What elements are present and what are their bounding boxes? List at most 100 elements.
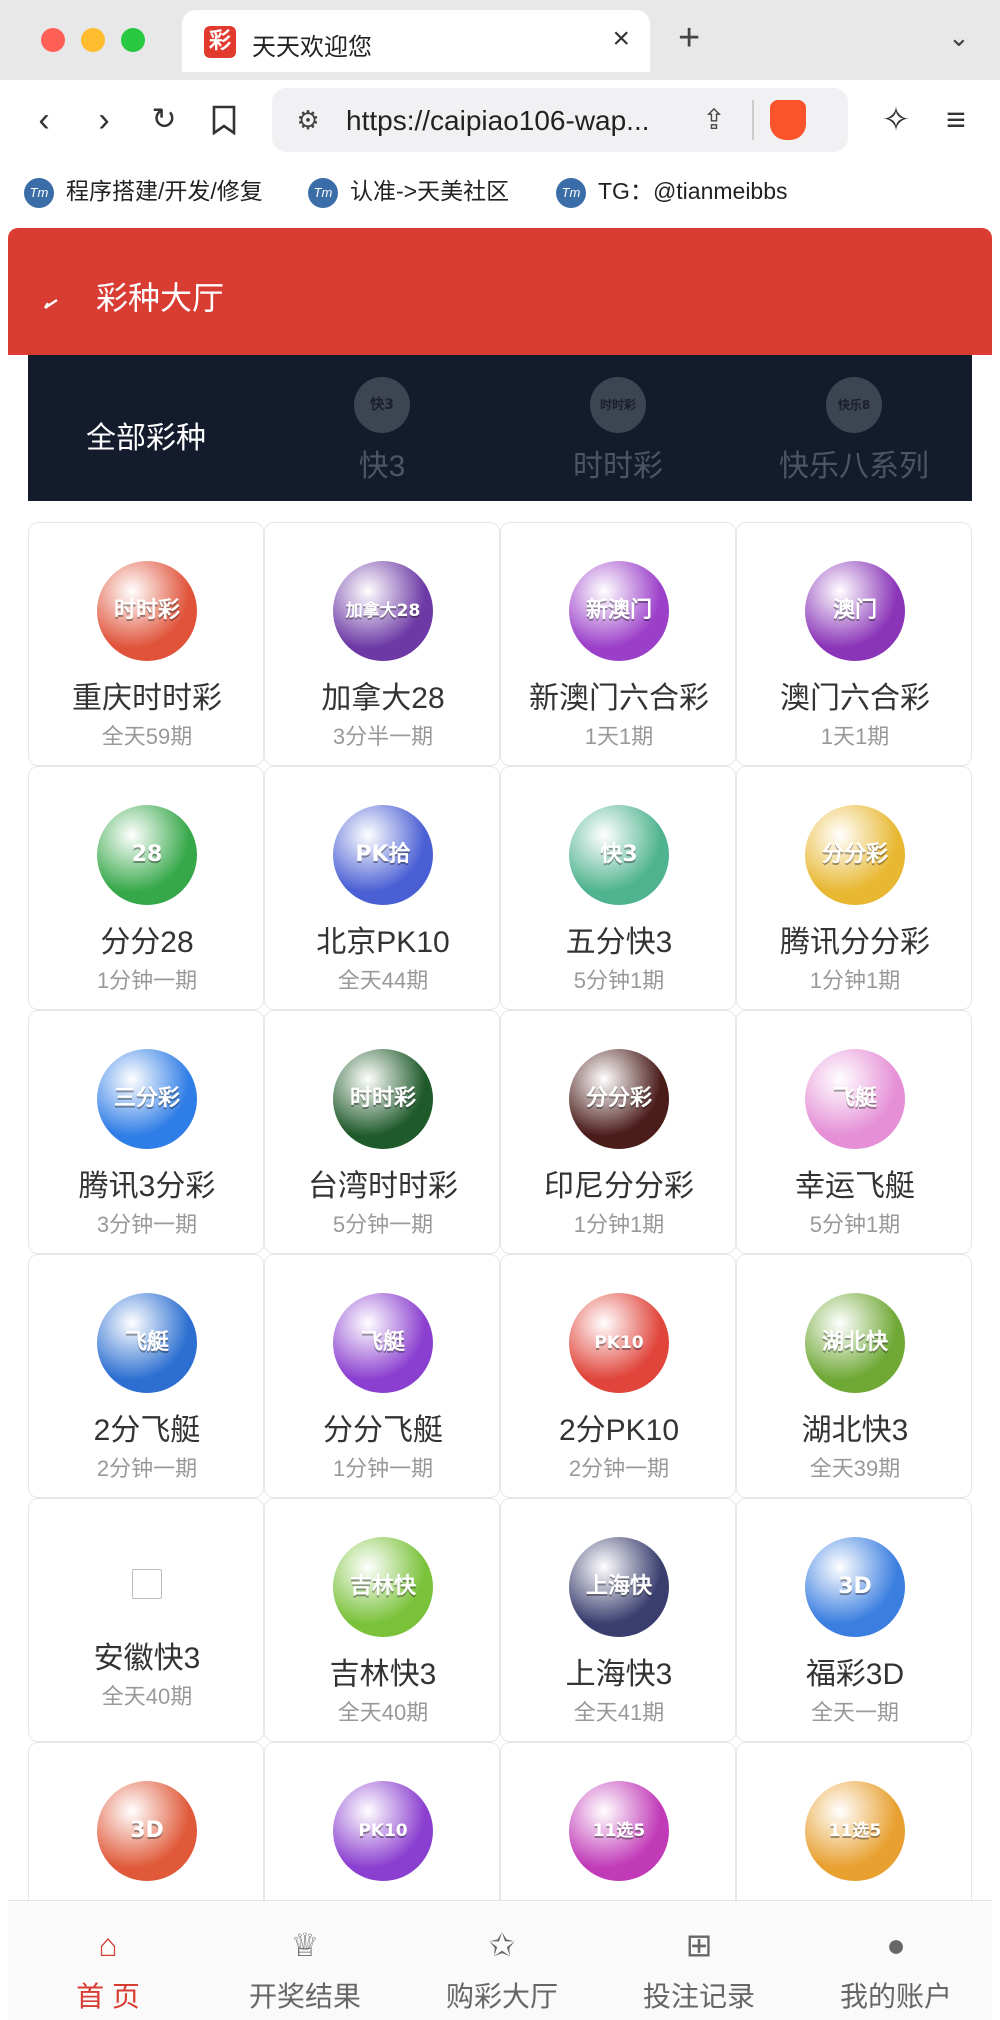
tab-all-lotteries[interactable]: 全部彩种: [28, 355, 264, 501]
lottery-period: 全天44期: [337, 968, 429, 993]
chevron-down-icon[interactable]: ⌄: [948, 22, 970, 53]
bookmark-icon[interactable]: [200, 96, 248, 144]
lottery-card[interactable]: 加拿大28 加拿大28 3分半一期: [264, 522, 500, 766]
bookmark-item[interactable]: Tm 程序搭建/开发/修复: [24, 172, 263, 208]
lottery-period: 1分钟一期: [332, 1456, 434, 1481]
leo-ai-icon[interactable]: ✧: [872, 96, 920, 144]
lottery-card[interactable]: 时时彩 重庆时时彩 全天59期: [28, 522, 264, 766]
page-header: 彩种大厅: [8, 228, 992, 355]
tab-label: 快3: [358, 450, 406, 483]
lottery-name: 新澳门六合彩: [529, 682, 709, 715]
lottery-name: 台湾时时彩: [308, 1170, 458, 1203]
maximize-window-button[interactable]: [121, 28, 145, 52]
lottery-card[interactable]: 湖北快 湖北快3 全天39期: [736, 1254, 972, 1498]
lottery-period: 3分钟一期: [96, 1212, 198, 1237]
url-separator: [752, 100, 754, 140]
nav-label: 首 页: [76, 1981, 140, 2012]
lottery-card[interactable]: 飞艇幸运飞艇 5分钟1期: [736, 1010, 972, 1254]
address-bar[interactable]: ⚙ https://caipiao106-wap... ⇪: [272, 88, 848, 152]
lottery-name: 安徽快3: [93, 1642, 201, 1675]
lottery-name: 重庆时时彩: [72, 682, 222, 715]
menu-icon[interactable]: ≡: [932, 96, 980, 144]
lottery-logo-icon: PK10: [333, 1781, 433, 1881]
close-tab-icon[interactable]: ×: [612, 22, 630, 56]
tm-icon: Tm: [556, 177, 586, 208]
lottery-logo-icon: 28: [97, 805, 197, 905]
share-icon[interactable]: ⇪: [692, 98, 736, 142]
lottery-name: 分分飞艇: [323, 1414, 443, 1447]
lottery-period: 1分钟1期: [809, 968, 901, 993]
lottery-logo-icon: 三分彩: [97, 1049, 197, 1149]
lottery-name: 澳门六合彩: [780, 682, 930, 715]
lottery-period: 5分钟1期: [573, 968, 665, 993]
gift-icon: ⊞: [685, 1927, 713, 1963]
lottery-name: 上海快3: [565, 1658, 673, 1691]
lottery-name: 2分PK10: [558, 1414, 680, 1447]
lottery-logo-icon: 飞艇: [805, 1049, 905, 1149]
lottery-name: 幸运飞艇: [795, 1170, 915, 1203]
lottery-logo-icon: 飞艇: [97, 1293, 197, 1393]
tab-ssc[interactable]: 时时彩 时时彩: [500, 355, 736, 501]
tab-label: 时时彩: [573, 450, 663, 483]
lottery-card[interactable]: 新澳门 新澳门六合彩 1天1期: [500, 522, 736, 766]
lottery-card[interactable]: 吉林快 吉林快3 全天40期: [264, 1498, 500, 1742]
lottery-logo-icon: 3D: [805, 1537, 905, 1637]
browser-tab-strip: 彩 天天欢迎您 × + ⌄: [0, 0, 1000, 80]
bookmark-item[interactable]: Tm TG：@tianmeibbs: [556, 172, 788, 208]
lottery-name: 吉林快3: [329, 1658, 437, 1691]
nav-trophy[interactable]: ♕ 开奖结果: [205, 1901, 405, 2020]
kl8-icon: 快乐8: [826, 377, 882, 433]
minimize-window-button[interactable]: [81, 28, 105, 52]
close-window-button[interactable]: [41, 28, 65, 52]
lottery-name: 分分28: [100, 926, 194, 959]
lottery-card[interactable]: PK10 2分PK10 2分钟一期: [500, 1254, 736, 1498]
lottery-card[interactable]: 飞艇 2分飞艇 2分钟一期: [28, 1254, 264, 1498]
lottery-card[interactable]: 快3 五分快3 5分钟1期: [500, 766, 736, 1010]
lottery-period: 全天40期: [101, 1684, 193, 1709]
tm-icon: Tm: [24, 177, 54, 208]
lottery-name: 2分飞艇: [93, 1414, 201, 1447]
lottery-name: 腾讯3分彩: [78, 1170, 216, 1203]
lottery-card[interactable]: 28 分分28 1分钟一期: [28, 766, 264, 1010]
lottery-name: 加拿大28: [321, 682, 445, 715]
broken-image-icon: [132, 1569, 162, 1599]
lottery-logo-icon: 快3: [569, 805, 669, 905]
new-tab-icon[interactable]: +: [678, 16, 700, 60]
lottery-period: 1天1期: [820, 724, 890, 749]
back-arrow-icon[interactable]: ‹: [20, 96, 68, 144]
url-text[interactable]: https://caipiao106-wap...: [346, 105, 686, 137]
nav-user[interactable]: ● 我的账户: [796, 1901, 996, 2020]
nav-star[interactable]: ✩ 购彩大厅: [402, 1901, 602, 2020]
nav-label: 开奖结果: [248, 1981, 361, 2012]
lottery-period: 5分钟一期: [332, 1212, 434, 1237]
lottery-period: 3分半一期: [332, 724, 434, 749]
nav-home[interactable]: ⌂ 首 页: [8, 1901, 208, 2020]
lottery-card[interactable]: 澳门 澳门六合彩 1天1期: [736, 522, 972, 766]
lottery-card[interactable]: 三分彩腾讯3分彩 3分钟一期: [28, 1010, 264, 1254]
browser-tab[interactable]: 彩 天天欢迎您 ×: [182, 10, 650, 72]
lottery-card[interactable]: 分分彩 印尼分分彩 1分钟1期: [500, 1010, 736, 1254]
tab-k3[interactable]: 快3 快3: [264, 355, 500, 501]
bookmark-item[interactable]: Tm 认准->天美社区: [308, 172, 509, 208]
reload-icon[interactable]: ↻: [140, 96, 188, 144]
tab-kl8[interactable]: 快乐8 快乐八系列: [736, 355, 972, 501]
lottery-period: 1分钟1期: [573, 1212, 665, 1237]
lottery-card[interactable]: 分分彩 腾讯分分彩 1分钟1期: [736, 766, 972, 1010]
lottery-card[interactable]: 3D 福彩3D 全天一期: [736, 1498, 972, 1742]
lottery-name: 腾讯分分彩: [780, 926, 930, 959]
site-settings-icon[interactable]: ⚙: [286, 98, 330, 142]
lottery-card[interactable]: 安徽快3 全天40期: [28, 1498, 264, 1742]
nav-gift[interactable]: ⊞ 投注记录: [599, 1901, 799, 2020]
forward-arrow-icon[interactable]: ›: [80, 96, 128, 144]
lottery-card[interactable]: PK拾 北京PK10 全天44期: [264, 766, 500, 1010]
lottery-logo-icon: 湖北快: [805, 1293, 905, 1393]
lottery-card[interactable]: 飞艇 分分飞艇 1分钟一期: [264, 1254, 500, 1498]
back-icon[interactable]: [42, 292, 64, 314]
lottery-logo-icon: 时时彩: [333, 1049, 433, 1149]
site-favicon-icon: 彩: [204, 26, 236, 58]
lottery-logo-icon: 时时彩: [97, 561, 197, 661]
lottery-card[interactable]: 时时彩台湾时时彩 5分钟一期: [264, 1010, 500, 1254]
brave-shield-icon[interactable]: [770, 100, 806, 140]
lottery-period: 5分钟1期: [809, 1212, 901, 1237]
lottery-card[interactable]: 上海快 上海快3 全天41期: [500, 1498, 736, 1742]
